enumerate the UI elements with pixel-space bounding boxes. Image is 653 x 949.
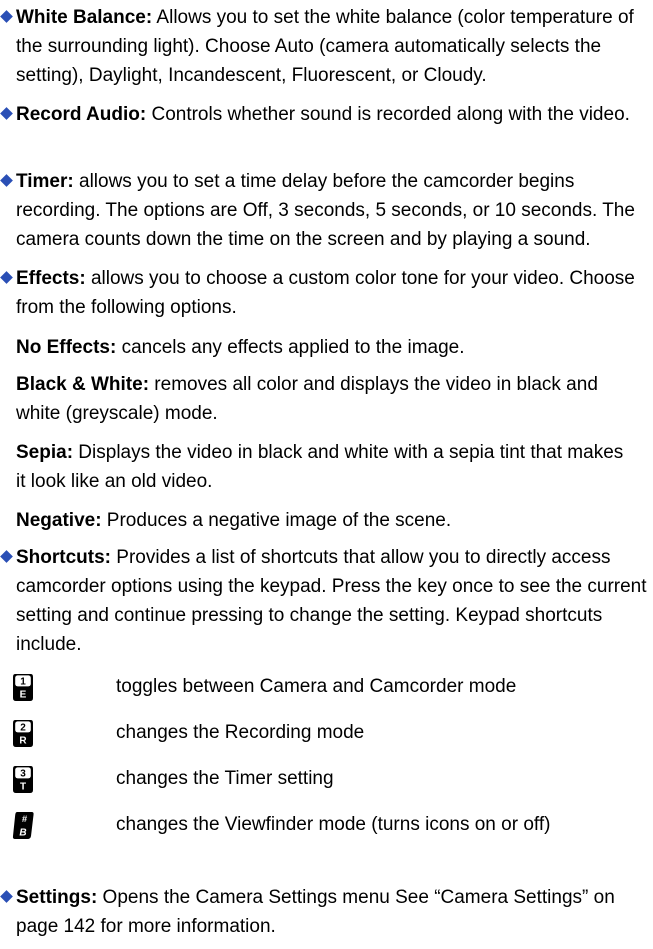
bullet-term: Record Audio: xyxy=(16,104,147,125)
bullet-body: allows you to set a time delay before th… xyxy=(16,171,635,250)
bullet-text: Shortcuts: Provides a list of shortcuts … xyxy=(0,543,650,659)
effect-option-body: Produces a negative image of the scene. xyxy=(101,510,452,531)
key-1-icon: 1 E xyxy=(13,674,33,701)
bullet-term: White Balance: xyxy=(16,7,153,28)
key-bottom-label: E xyxy=(20,690,27,701)
bullet-term: Timer: xyxy=(16,171,74,192)
shortcut-description: changes the Timer setting xyxy=(116,768,334,789)
bullet-term: Shortcuts: xyxy=(16,547,111,568)
shortcut-description: changes the Viewfinder mode (turns icons… xyxy=(116,814,551,835)
key-top-label: 2 xyxy=(20,723,26,734)
key-top-label: # xyxy=(22,814,28,825)
manual-page: White Balance: Allows you to set the whi… xyxy=(0,0,653,949)
bullet-settings: Settings: Opens the Camera Settings menu… xyxy=(0,883,650,941)
effect-option-negative: Negative: Produces a negative image of t… xyxy=(16,506,636,535)
effect-option-term: Sepia: xyxy=(16,442,74,463)
bullet-body: Provides a list of shortcuts that allow … xyxy=(16,547,647,655)
bullet-body: Controls whether sound is recorded along… xyxy=(146,104,630,125)
effect-option-term: Negative: xyxy=(16,510,102,531)
effect-option-body: cancels any effects applied to the image… xyxy=(116,337,465,358)
bullet-shortcuts: Shortcuts: Provides a list of shortcuts … xyxy=(0,543,650,659)
bullet-term: Settings: xyxy=(16,887,98,908)
shortcut-description: toggles between Camera and Camcorder mod… xyxy=(116,676,517,697)
bullet-body: Opens the Camera Settings menu See “Came… xyxy=(16,887,615,937)
shortcut-row: # B changes the Viewfinder mode (turns i… xyxy=(12,810,632,840)
bullet-text: Settings: Opens the Camera Settings menu… xyxy=(0,883,650,941)
shortcut-description: changes the Recording mode xyxy=(116,722,365,743)
shortcut-row: 3 T changes the Timer setting xyxy=(12,764,632,794)
bullet-text: Record Audio: Controls whether sound is … xyxy=(0,100,650,129)
effect-option-sepia: Sepia: Displays the video in black and w… xyxy=(16,438,636,496)
bullet-timer: Timer: allows you to set a time delay be… xyxy=(0,167,650,254)
key-bottom-label: T xyxy=(20,782,26,793)
effect-option-term: Black & White: xyxy=(16,374,150,395)
bullet-term: Effects: xyxy=(16,268,86,289)
key-hash-icon: # B xyxy=(12,812,34,839)
bullet-body: allows you to choose a custom color tone… xyxy=(16,268,635,318)
key-bottom-label: B xyxy=(19,828,26,839)
shortcut-row: 2 R changes the Recording mode xyxy=(12,718,632,748)
key-3-icon: 3 T xyxy=(13,766,33,793)
bullet-text: Timer: allows you to set a time delay be… xyxy=(0,167,650,254)
bullet-text: Effects: allows you to choose a custom c… xyxy=(0,264,650,322)
key-bottom-label: R xyxy=(19,736,27,747)
effect-option-body: Displays the video in black and white wi… xyxy=(16,442,624,492)
shortcut-row: 1 E toggles between Camera and Camcorder… xyxy=(12,672,632,702)
effect-option-term: No Effects: xyxy=(16,337,117,358)
bullet-text: White Balance: Allows you to set the whi… xyxy=(0,3,650,90)
bullet-record-audio: Record Audio: Controls whether sound is … xyxy=(0,100,650,129)
effect-option-no-effects: No Effects: cancels any effects applied … xyxy=(16,333,636,362)
key-2-icon: 2 R xyxy=(13,720,33,747)
effect-option-black-white: Black & White: removes all color and dis… xyxy=(16,370,636,428)
key-top-label: 3 xyxy=(20,769,26,780)
bullet-white-balance: White Balance: Allows you to set the whi… xyxy=(0,3,650,90)
key-top-label: 1 xyxy=(20,677,26,688)
bullet-effects: Effects: allows you to choose a custom c… xyxy=(0,264,650,322)
